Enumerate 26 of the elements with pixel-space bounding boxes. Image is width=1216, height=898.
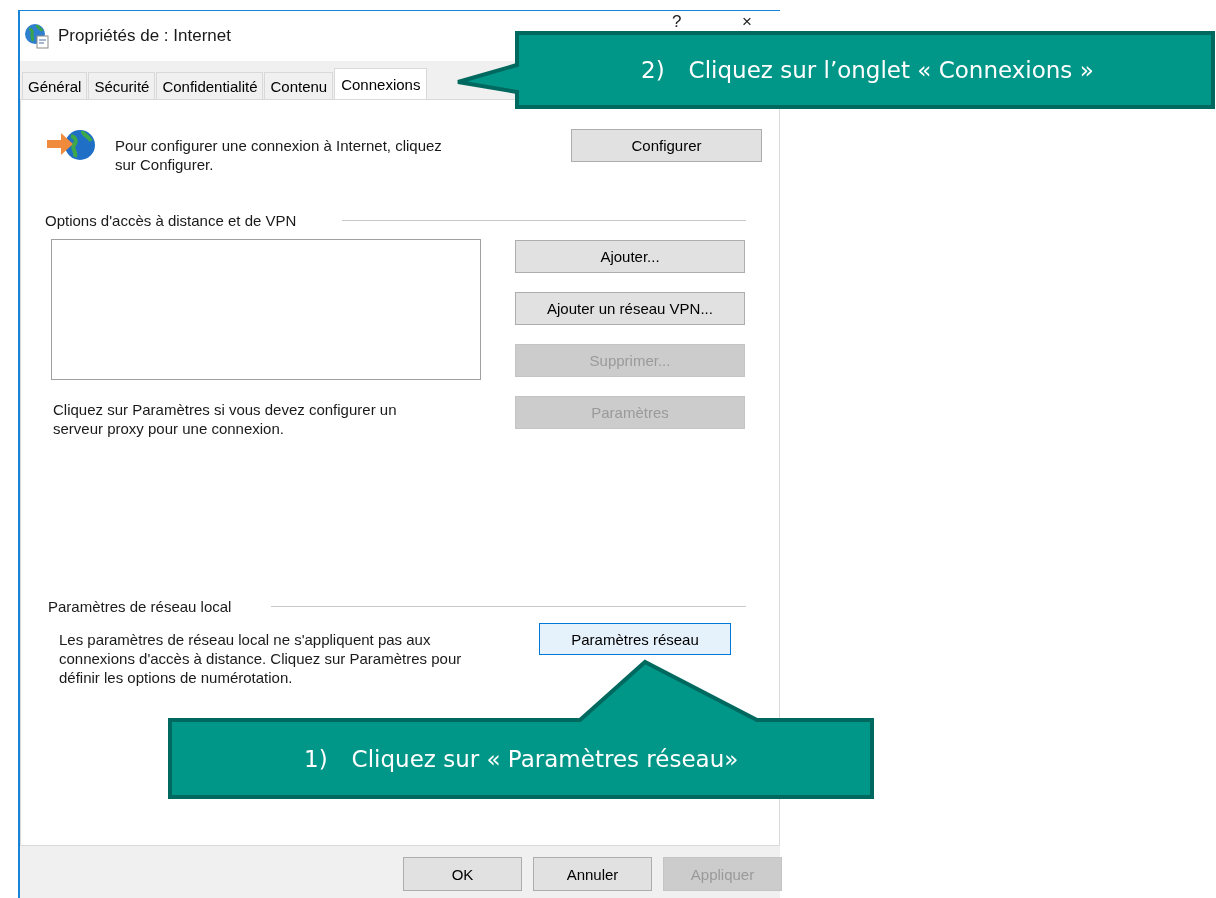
section-heading: Paramètres de réseau local [48, 597, 232, 616]
dialog-button[interactable]: Ajouter un réseau VPN... [515, 292, 745, 325]
step-number: 1) [304, 745, 328, 772]
configure-button[interactable]: Configurer [571, 129, 762, 162]
step-number: 2) [641, 57, 665, 83]
close-button[interactable]: × [742, 13, 752, 31]
dialog-button[interactable]: Ajouter... [515, 240, 745, 273]
dialog-button[interactable]: OK [403, 857, 522, 891]
tab[interactable]: Connexions [334, 68, 428, 99]
tab[interactable]: Général [22, 72, 88, 99]
connections-list[interactable] [51, 239, 481, 380]
callout-text: Cliquez sur « Paramètres réseau» [351, 745, 739, 772]
callout-text: Cliquez sur l’onglet « Connexions » [688, 57, 1094, 83]
dialog-button[interactable]: Annuler [533, 857, 652, 891]
tab[interactable]: Sécurité [88, 72, 156, 99]
tab[interactable]: Contenu [264, 72, 334, 99]
lan-instruction: Les paramètres de réseau local ne s'appliquent pas aux connexions d'accès à distance. Cliquez sur Paramètres pour définir les options de numérotation. [59, 630, 463, 687]
globe-arrow-icon [45, 128, 97, 162]
setup-instruction: Pour configurer une connexion à Internet, cliquez sur Configurer. [115, 136, 443, 174]
section-heading: Options d'accès à distance et de VPN [45, 211, 297, 230]
window-title: Propriétés de : Internet [58, 26, 231, 46]
globe-document-icon [24, 23, 50, 49]
network-settings-button[interactable]: Paramètres réseau [539, 623, 731, 655]
tab[interactable]: Confidentialité [156, 72, 264, 99]
help-button[interactable]: ? [672, 13, 682, 31]
proxy-instruction: Cliquez sur Paramètres si vous devez configurer un serveur proxy pour une connexion. [53, 400, 398, 438]
